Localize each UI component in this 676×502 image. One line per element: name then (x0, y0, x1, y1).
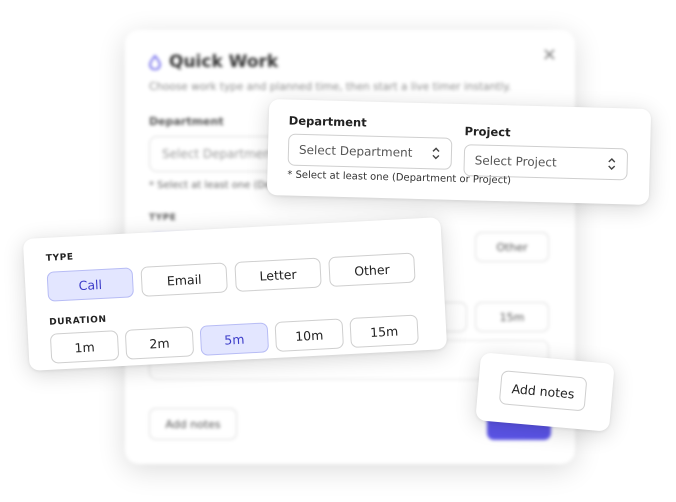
duration-option-5m[interactable]: 5m (199, 322, 270, 356)
type-chip-other-bg[interactable]: Other (475, 232, 549, 262)
dialog-subtitle: Choose work type and planned time, then … (149, 81, 512, 93)
project-label: Project (464, 124, 511, 140)
type-option-call[interactable]: Call (46, 267, 135, 302)
duration-option-2m[interactable]: 2m (124, 326, 195, 360)
water-drop-icon (149, 54, 161, 70)
department-label: Department (288, 113, 367, 130)
project-select-value: Select Project (474, 153, 557, 170)
department-select-value: Select Department (298, 142, 413, 160)
add-notes-button-bg[interactable]: Add notes (149, 408, 237, 440)
select-chevron-icon (608, 158, 616, 170)
type-option-email[interactable]: Email (140, 262, 228, 297)
duration-label: DURATION (48, 314, 107, 328)
add-notes-card: Add notes (475, 352, 615, 432)
type-duration-card: TYPE Call Email Letter Other DURATION 1m… (22, 217, 448, 371)
department-project-card: Department Select Department Project Sel… (266, 99, 652, 205)
type-option-other[interactable]: Other (328, 252, 416, 288)
department-select[interactable]: Select Department (287, 133, 453, 170)
select-chevron-icon (432, 147, 440, 160)
type-option-letter[interactable]: Letter (234, 257, 322, 292)
close-icon[interactable]: × (542, 44, 557, 65)
duration-option-15m[interactable]: 15m (349, 314, 419, 349)
duration-option-1m[interactable]: 1m (49, 330, 120, 364)
department-label: Department (149, 115, 224, 128)
dialog-title: Quick Work (169, 52, 279, 72)
dialog-title-row: Quick Work (149, 52, 278, 72)
type-label: TYPE (45, 252, 74, 264)
duration-option-10m[interactable]: 10m (274, 318, 344, 352)
add-notes-button[interactable]: Add notes (498, 370, 588, 412)
duration-chip-15m-bg[interactable]: 15m (475, 302, 549, 332)
type-label-bg: TYPE (149, 213, 177, 223)
